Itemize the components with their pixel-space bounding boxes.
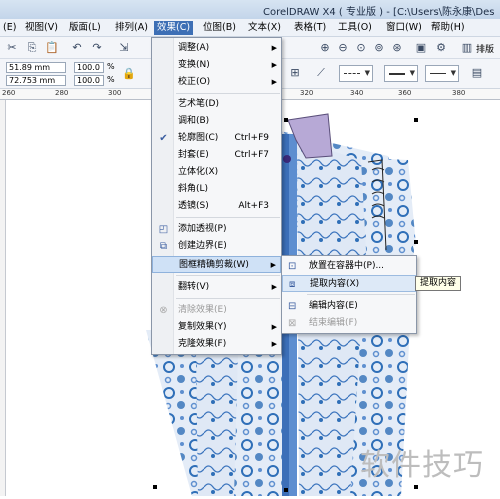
ruler-label: 280: [55, 89, 69, 97]
effects-menu: 调整(A) ▶ 变换(N) ▶ 校正(O) ▶ 艺术笔(D) 调和(B) ✔ 轮廓图(C…: [151, 37, 282, 355]
menu-window[interactable]: 窗口(W): [383, 21, 425, 35]
zoom-height-icon[interactable]: ⊛: [390, 41, 404, 55]
line-tool-icon[interactable]: ⟋: [314, 66, 328, 80]
menu-item-powerclip[interactable]: 图框精确剪裁(W) ▶: [152, 256, 281, 273]
submenu-arrow-icon: ▶: [271, 44, 277, 52]
redo-icon[interactable]: ↷: [90, 41, 104, 55]
menu-item-extrude[interactable]: 立体化(X): [152, 164, 281, 181]
submenu-arrow-icon: ▶: [271, 61, 277, 69]
ruler-label: 380: [452, 89, 466, 97]
line-style-select[interactable]: ▼: [384, 65, 418, 82]
menu-separator: [176, 275, 280, 276]
menu-item-blend[interactable]: 调和(B): [152, 113, 281, 130]
place-inside-icon: ⊡: [288, 261, 297, 272]
submenu-item-extract-contents[interactable]: ⧈ 提取内容(X): [282, 275, 416, 292]
menu-separator: [307, 294, 415, 295]
shortcut: Ctrl+F7: [234, 150, 269, 160]
clear-effect-icon: ⊗: [159, 305, 168, 316]
menu-item-lens[interactable]: 透镜(S) Alt+F3: [152, 198, 281, 215]
lock-ratio-icon[interactable]: 🔒: [122, 67, 136, 81]
undo-icon[interactable]: ↶: [70, 41, 84, 55]
submenu-arrow-icon: ▶: [271, 340, 277, 348]
start-arrow-select[interactable]: ▼: [339, 65, 373, 82]
menu-layout[interactable]: 版面(L): [66, 21, 104, 35]
end-arrow-select[interactable]: ▼: [425, 65, 459, 82]
ruler-label: 320: [300, 89, 314, 97]
menu-edit[interactable]: (E): [0, 21, 19, 35]
options-icon[interactable]: ⚙: [434, 41, 448, 55]
menu-item-add-perspective[interactable]: ◰ 添加透视(P): [152, 221, 281, 238]
menu-item-copy-effect[interactable]: 复制效果(Y) ▶: [152, 319, 281, 336]
menu-separator: [176, 217, 280, 218]
menu-item-transform[interactable]: 变换(N) ▶: [152, 57, 281, 74]
submenu-item-place-inside[interactable]: ⊡ 放置在容器中(P)...: [282, 258, 416, 275]
menu-item-clone-effect[interactable]: 克隆效果(F) ▶: [152, 336, 281, 353]
percent-label: %: [107, 75, 115, 84]
menu-item-envelope[interactable]: 封套(E) Ctrl+F7: [152, 147, 281, 164]
scale-width-field[interactable]: 100.0: [74, 62, 104, 73]
menu-view[interactable]: 视图(V): [22, 21, 61, 35]
menu-bar: (E) 视图(V) 版面(L) 排列(A) 效果(C) 位图(B) 文本(X) …: [0, 19, 500, 37]
ruler-label: 300: [108, 89, 122, 97]
scale-height-field[interactable]: 100.0: [74, 75, 104, 86]
import-icon[interactable]: ⇲: [117, 41, 131, 55]
shortcut: Alt+F3: [238, 201, 269, 211]
cut-icon[interactable]: ✂: [5, 41, 19, 55]
window-title: CorelDRAW X4 ( 专业版 ) - [C:\Users\陈永康\Des: [263, 7, 495, 18]
wrap-text-icon[interactable]: ⊞: [288, 66, 302, 80]
menu-item-contour[interactable]: ✔ 轮廓图(C) Ctrl+F9: [152, 130, 281, 147]
edit-contents-icon: ⊟: [288, 301, 297, 312]
menu-help[interactable]: 帮助(H): [428, 21, 468, 35]
menu-effects[interactable]: 效果(C): [154, 21, 194, 35]
title-bar: CorelDRAW X4 ( 专业版 ) - [C:\Users\陈永康\Des: [0, 0, 500, 19]
watermark: 软件技巧: [360, 448, 484, 483]
menu-table[interactable]: 表格(T): [291, 21, 329, 35]
welcome-icon[interactable]: ▣: [414, 41, 428, 55]
ruler-label: 260: [2, 89, 16, 97]
submenu-arrow-icon: ▶: [271, 283, 277, 291]
shortcut: Ctrl+F9: [234, 133, 269, 143]
menu-item-correction[interactable]: 校正(O) ▶: [152, 74, 281, 91]
tooltip: 提取内容: [415, 276, 462, 291]
menu-item-flip[interactable]: 翻转(V) ▶: [152, 279, 281, 296]
ruler-label: 360: [398, 89, 412, 97]
powerclip-submenu: ⊡ 放置在容器中(P)... ⧈ 提取内容(X) ⊟ 编辑内容(E) ⊠ 结束编辑(F): [281, 255, 417, 334]
layout-label[interactable]: 排版: [476, 42, 494, 55]
submenu-arrow-icon: ▶: [270, 261, 276, 269]
ruler-label: 340: [350, 89, 364, 97]
menu-bitmaps[interactable]: 位图(B): [200, 21, 239, 35]
submenu-arrow-icon: ▶: [271, 323, 277, 331]
menu-item-bevel[interactable]: 斜角(L): [152, 181, 281, 198]
menu-item-adjust[interactable]: 调整(A) ▶: [152, 40, 281, 57]
menu-text[interactable]: 文本(X): [245, 21, 284, 35]
zoom-out-icon[interactable]: ⊖: [336, 41, 350, 55]
outline-icon[interactable]: ▤: [470, 66, 484, 80]
finish-editing-icon: ⊠: [288, 318, 297, 329]
copy-icon[interactable]: ⎘: [25, 41, 39, 55]
boundary-icon: ⧉: [159, 241, 168, 252]
perspective-icon: ◰: [158, 224, 169, 235]
extract-contents-icon: ⧈: [289, 279, 296, 290]
menu-item-artistic-media[interactable]: 艺术笔(D): [152, 96, 281, 113]
x-position-field[interactable]: 51.89 mm: [6, 62, 66, 73]
menu-item-clear-effect: ⊗ 清除效果(E): [159, 305, 227, 316]
menu-arrange[interactable]: 排列(A): [112, 21, 151, 35]
zoom-width-icon[interactable]: ⊚: [372, 41, 386, 55]
paste-icon[interactable]: 📋: [45, 41, 59, 55]
y-position-field[interactable]: 72.753 mm: [6, 75, 66, 86]
submenu-arrow-icon: ▶: [271, 78, 277, 86]
menu-item-create-boundary[interactable]: ⧉ 创建边界(E): [152, 238, 281, 255]
zoom-in-icon[interactable]: ⊕: [318, 41, 332, 55]
submenu-item-edit-contents[interactable]: ⊟ 编辑内容(E): [282, 298, 416, 315]
zoom-page-icon[interactable]: ⊙: [354, 41, 368, 55]
menu-tools[interactable]: 工具(O): [335, 21, 375, 35]
submenu-item-finish-editing: ⊠ 结束编辑(F): [288, 318, 358, 329]
menu-separator: [176, 93, 280, 94]
checkmark-icon: ✔: [159, 133, 168, 144]
percent-label: %: [107, 62, 115, 71]
menu-separator: [176, 298, 280, 299]
layout-icon[interactable]: ▥: [460, 41, 474, 55]
